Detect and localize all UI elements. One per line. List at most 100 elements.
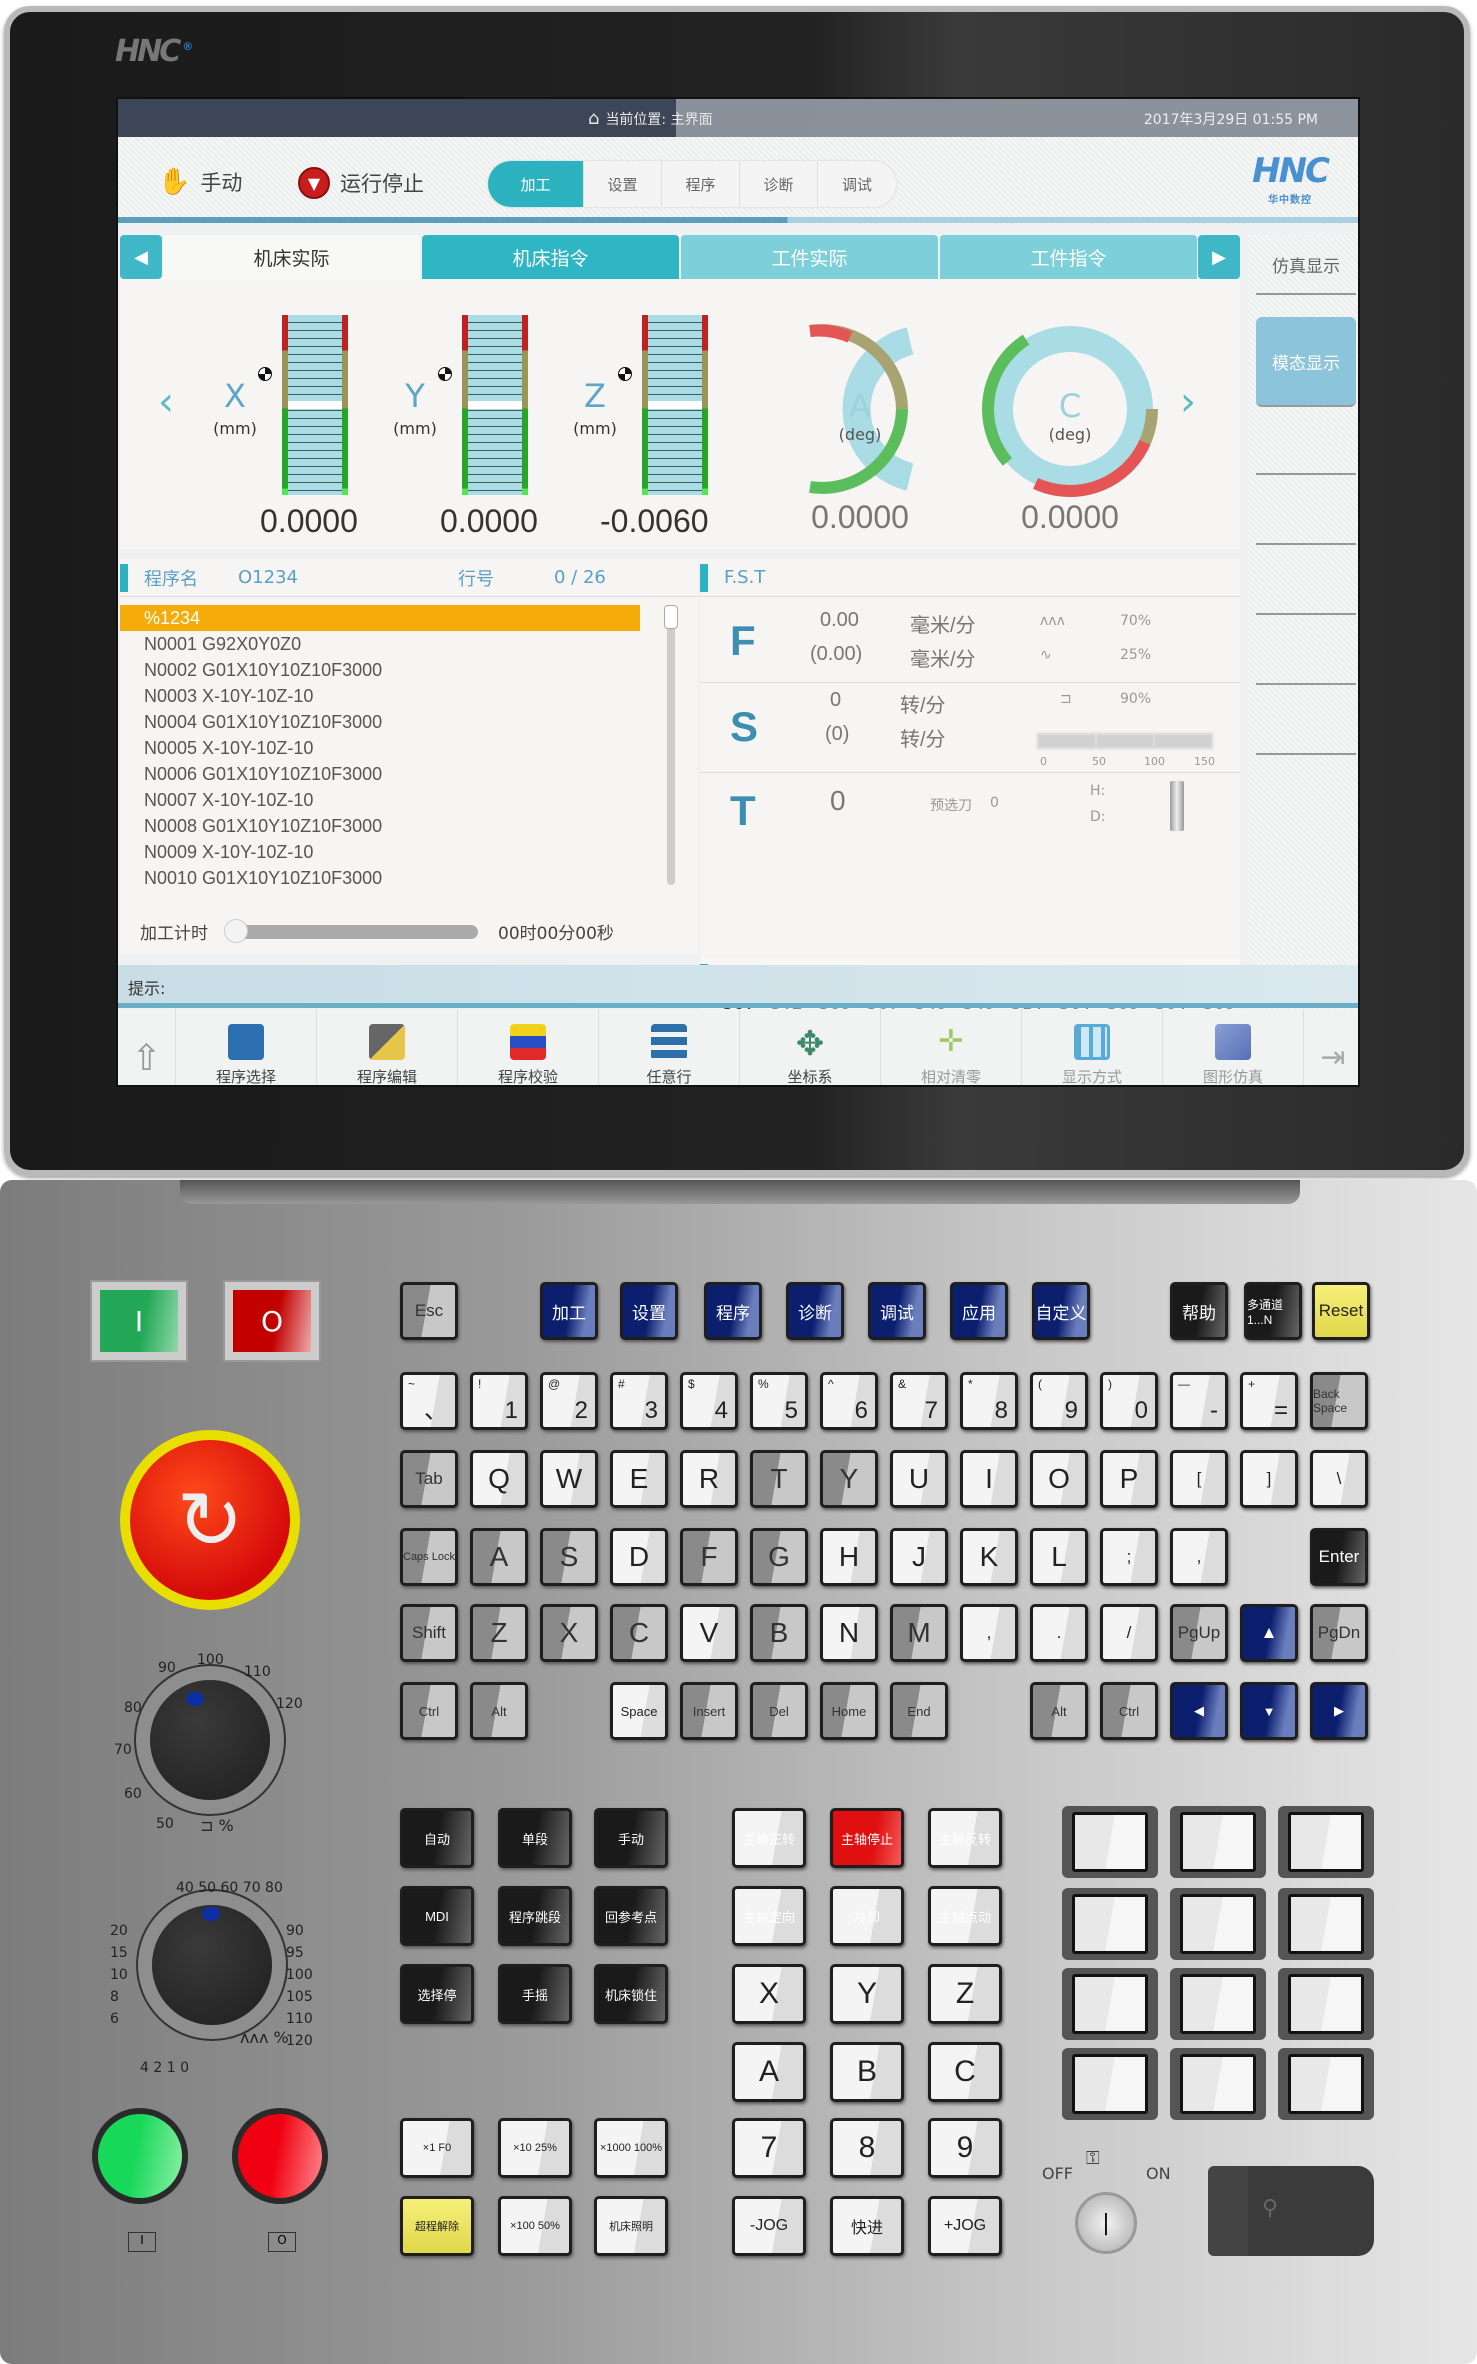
shift-key[interactable]: Shift	[400, 1604, 458, 1662]
mode-key[interactable]: 选择停	[400, 1964, 474, 2024]
usb-port-cover[interactable]: ⚲	[1208, 2166, 1374, 2256]
arrow-right-key[interactable]: ▶	[1310, 1682, 1368, 1740]
key-7[interactable]: & 7	[890, 1372, 948, 1430]
tab-program[interactable]: 程序	[662, 161, 740, 207]
letter-key[interactable]: ,	[1170, 1528, 1228, 1586]
letter-key[interactable]: \	[1310, 1450, 1368, 1508]
mode-key[interactable]: 机床锁住	[594, 1964, 668, 2024]
custom-key[interactable]	[1062, 1888, 1158, 1960]
letter-key[interactable]: L	[1030, 1528, 1088, 1586]
axis-key[interactable]: X	[732, 1964, 806, 2024]
multi-channel-key[interactable]: 多通道 1...N	[1244, 1282, 1302, 1340]
mode-key[interactable]: 手摇	[498, 1964, 572, 2024]
rate-key[interactable]: ×100 50%	[498, 2196, 572, 2256]
home-key[interactable]: Home	[820, 1682, 878, 1740]
letter-key[interactable]: Z	[470, 1604, 528, 1662]
power-on-button[interactable]: I	[90, 1280, 188, 1362]
axis-key[interactable]: -JOG	[732, 2196, 806, 2256]
function-key[interactable]: 调试	[868, 1282, 926, 1340]
custom-key[interactable]	[1170, 1806, 1266, 1878]
space-key[interactable]: Space	[610, 1682, 668, 1740]
key-4[interactable]: $4	[680, 1372, 738, 1430]
program-scrollbar[interactable]	[664, 605, 678, 885]
letter-key[interactable]: ]	[1240, 1450, 1298, 1508]
key-1[interactable]: ! 1	[470, 1372, 528, 1430]
mode-key[interactable]: 自动	[400, 1808, 474, 1868]
feed-override-dial[interactable]	[152, 1905, 272, 2025]
sidebar-modal-display[interactable]: 模态显示	[1256, 317, 1356, 407]
key-9[interactable]: (9	[1030, 1372, 1088, 1430]
reset-key[interactable]: Reset	[1312, 1282, 1370, 1340]
arrow-down-key[interactable]: ▼	[1240, 1682, 1298, 1740]
feed-hold-button[interactable]	[232, 2108, 328, 2204]
alt-key[interactable]: Alt	[470, 1682, 528, 1740]
letter-key[interactable]: ,	[960, 1604, 1018, 1662]
axis-key[interactable]: A	[732, 2042, 806, 2102]
caps-lock-key[interactable]: Caps Lock	[400, 1528, 458, 1586]
letter-key[interactable]: W	[540, 1450, 598, 1508]
emergency-stop-button[interactable]: ↻	[120, 1430, 300, 1610]
letter-key[interactable]: M	[890, 1604, 948, 1662]
program-line[interactable]: N0007 X-10Y-10Z-10	[120, 787, 640, 813]
letter-key[interactable]: N	[820, 1604, 878, 1662]
letter-key[interactable]: Y	[820, 1450, 878, 1508]
function-key[interactable]: 应用	[950, 1282, 1008, 1340]
letter-key[interactable]: .	[1030, 1604, 1088, 1662]
axis-key[interactable]: +JOG	[928, 2196, 1002, 2256]
key-5[interactable]: % 5	[750, 1372, 808, 1430]
letter-key[interactable]: D	[610, 1528, 668, 1586]
key-12[interactable]: + =	[1240, 1372, 1298, 1430]
letter-key[interactable]: S	[540, 1528, 598, 1586]
tab-key[interactable]: Tab	[400, 1450, 458, 1508]
tab-settings[interactable]: 设置	[584, 161, 662, 207]
enter-key[interactable]: Enter	[1310, 1528, 1368, 1586]
axis-key[interactable]: 快进	[830, 2196, 904, 2256]
letter-key[interactable]: P	[1100, 1450, 1158, 1508]
spindle-key[interactable]: 主轴反转	[928, 1808, 1002, 1868]
axis-key[interactable]: 7	[732, 2118, 806, 2178]
mode-key[interactable]: 回参考点	[594, 1886, 668, 1946]
letter-key[interactable]: E	[610, 1450, 668, 1508]
letter-key[interactable]: [	[1170, 1450, 1228, 1508]
power-off-button[interactable]: O	[223, 1280, 321, 1362]
help-key[interactable]: 帮助	[1170, 1282, 1228, 1340]
sidebar-empty[interactable]	[1256, 695, 1356, 755]
softkey-program-edit[interactable]: 程序编辑	[317, 1009, 458, 1085]
letter-key[interactable]: ;	[1100, 1528, 1158, 1586]
alt-key[interactable]: Alt	[1030, 1682, 1088, 1740]
softkey-next[interactable]: ⇥	[1304, 1009, 1358, 1085]
rate-key[interactable]: 机床照明	[594, 2196, 668, 2256]
delete-key[interactable]: Del	[750, 1682, 808, 1740]
key-8[interactable]: * 8	[960, 1372, 1018, 1430]
sidebar-empty[interactable]	[1256, 415, 1356, 475]
letter-key[interactable]: X	[540, 1604, 598, 1662]
softkey-display-mode[interactable]: 显示方式	[1022, 1009, 1163, 1085]
program-line[interactable]: N0010 G01X10Y10Z10F3000	[120, 865, 640, 891]
rate-key[interactable]: ×1000 100%	[594, 2118, 668, 2178]
tab-machine-actual[interactable]: 机床实际	[163, 235, 420, 279]
spindle-key[interactable]: 主轴正转	[732, 1808, 806, 1868]
mode-key[interactable]: 手动	[594, 1808, 668, 1868]
home-icon[interactable]: ⌂	[588, 108, 599, 129]
custom-key[interactable]	[1278, 1968, 1374, 2040]
softkey-graphic-simulation[interactable]: 图形仿真	[1163, 1009, 1304, 1085]
letter-key[interactable]: F	[680, 1528, 738, 1586]
mode-key[interactable]: 单段	[498, 1808, 572, 1868]
spindle-key[interactable]: 主轴点动	[928, 1886, 1002, 1946]
tab-diagnose[interactable]: 诊断	[740, 161, 818, 207]
program-line[interactable]: N0006 G01X10Y10Z10F3000	[120, 761, 640, 787]
letter-key[interactable]: H	[820, 1528, 878, 1586]
key-switch[interactable]: |	[1075, 2192, 1137, 2254]
program-line[interactable]: N0005 X-10Y-10Z-10	[120, 735, 640, 761]
function-key[interactable]: 程序	[704, 1282, 762, 1340]
letter-key[interactable]: A	[470, 1528, 528, 1586]
page-up-key[interactable]: PgUp	[1170, 1604, 1228, 1662]
function-key[interactable]: 自定义	[1032, 1282, 1090, 1340]
axis-key[interactable]: Z	[928, 1964, 1002, 2024]
chevron-right-icon[interactable]: ›	[1180, 379, 1196, 425]
program-line[interactable]: N0001 G92X0Y0Z0	[120, 631, 640, 657]
program-line[interactable]: N0003 X-10Y-10Z-10	[120, 683, 640, 709]
axis-key[interactable]: 9	[928, 2118, 1002, 2178]
cycle-start-button[interactable]	[92, 2108, 188, 2204]
page-down-key[interactable]: PgDn	[1310, 1604, 1368, 1662]
